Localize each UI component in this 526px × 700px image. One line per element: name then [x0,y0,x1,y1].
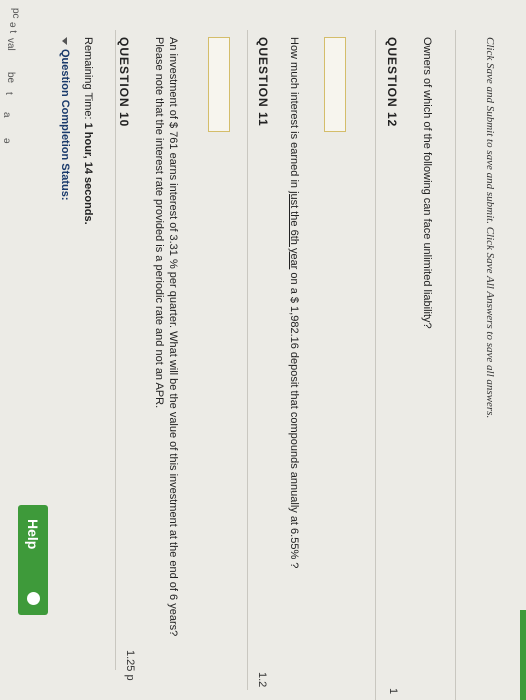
edge-fragment: pc [10,8,21,19]
divider [455,30,456,700]
remaining-time-value: 1 hour, 14 seconds. [82,122,94,225]
remaining-time: Remaining Time: 1 hour, 14 seconds. [82,37,94,225]
question-11-text: How much interest is earned in just the … [287,37,301,677]
question-11-answer-input[interactable] [324,37,346,132]
completion-status-label: Question Completion Status: [59,49,71,201]
question-11-points: 1.2 [256,672,268,688]
question-10-title: QUESTION 10 [117,37,131,128]
question-10-answer-input[interactable] [208,37,230,132]
chevron-down-icon [62,37,68,45]
question-11-text-end: on a $ 1,982.16 deposit that compounds a… [288,269,300,569]
edge-fragment: a [1,112,12,118]
remaining-time-label: Remaining Time: [82,37,94,123]
edge-fragment: t [3,92,14,95]
edge-fragment: ə t [7,22,18,34]
question-11-text-start: How much interest is earned in [288,37,300,192]
completion-status-toggle[interactable]: Question Completion Status: [59,37,71,201]
help-button[interactable]: Help [18,505,48,615]
save-submit-instructions: Click Save and Submit to save and submit… [484,37,496,419]
edge-fragment: be [5,72,16,84]
question-12-points: 1 [387,688,399,695]
exam-page: pc ə t val be t a ə Help Remaining Time:… [0,0,526,700]
divider [247,30,248,690]
help-bar-accent [520,610,526,700]
edge-fragment: ə [1,138,12,144]
divider [375,30,376,700]
help-label: Help [25,519,41,550]
question-11-title: QUESTION 11 [256,37,270,127]
question-12-text: Owners of which of the following can fac… [421,37,433,329]
help-icon [27,592,40,605]
question-10-points: 1.25 p [124,650,136,681]
divider [115,30,116,670]
question-12-title: QUESTION 12 [385,37,399,128]
question-11-text-underlined: just the 6th year [288,191,300,270]
question-10-text: An investment of $ 761 earns interest of… [153,37,179,637]
edge-fragment: val [5,38,16,51]
